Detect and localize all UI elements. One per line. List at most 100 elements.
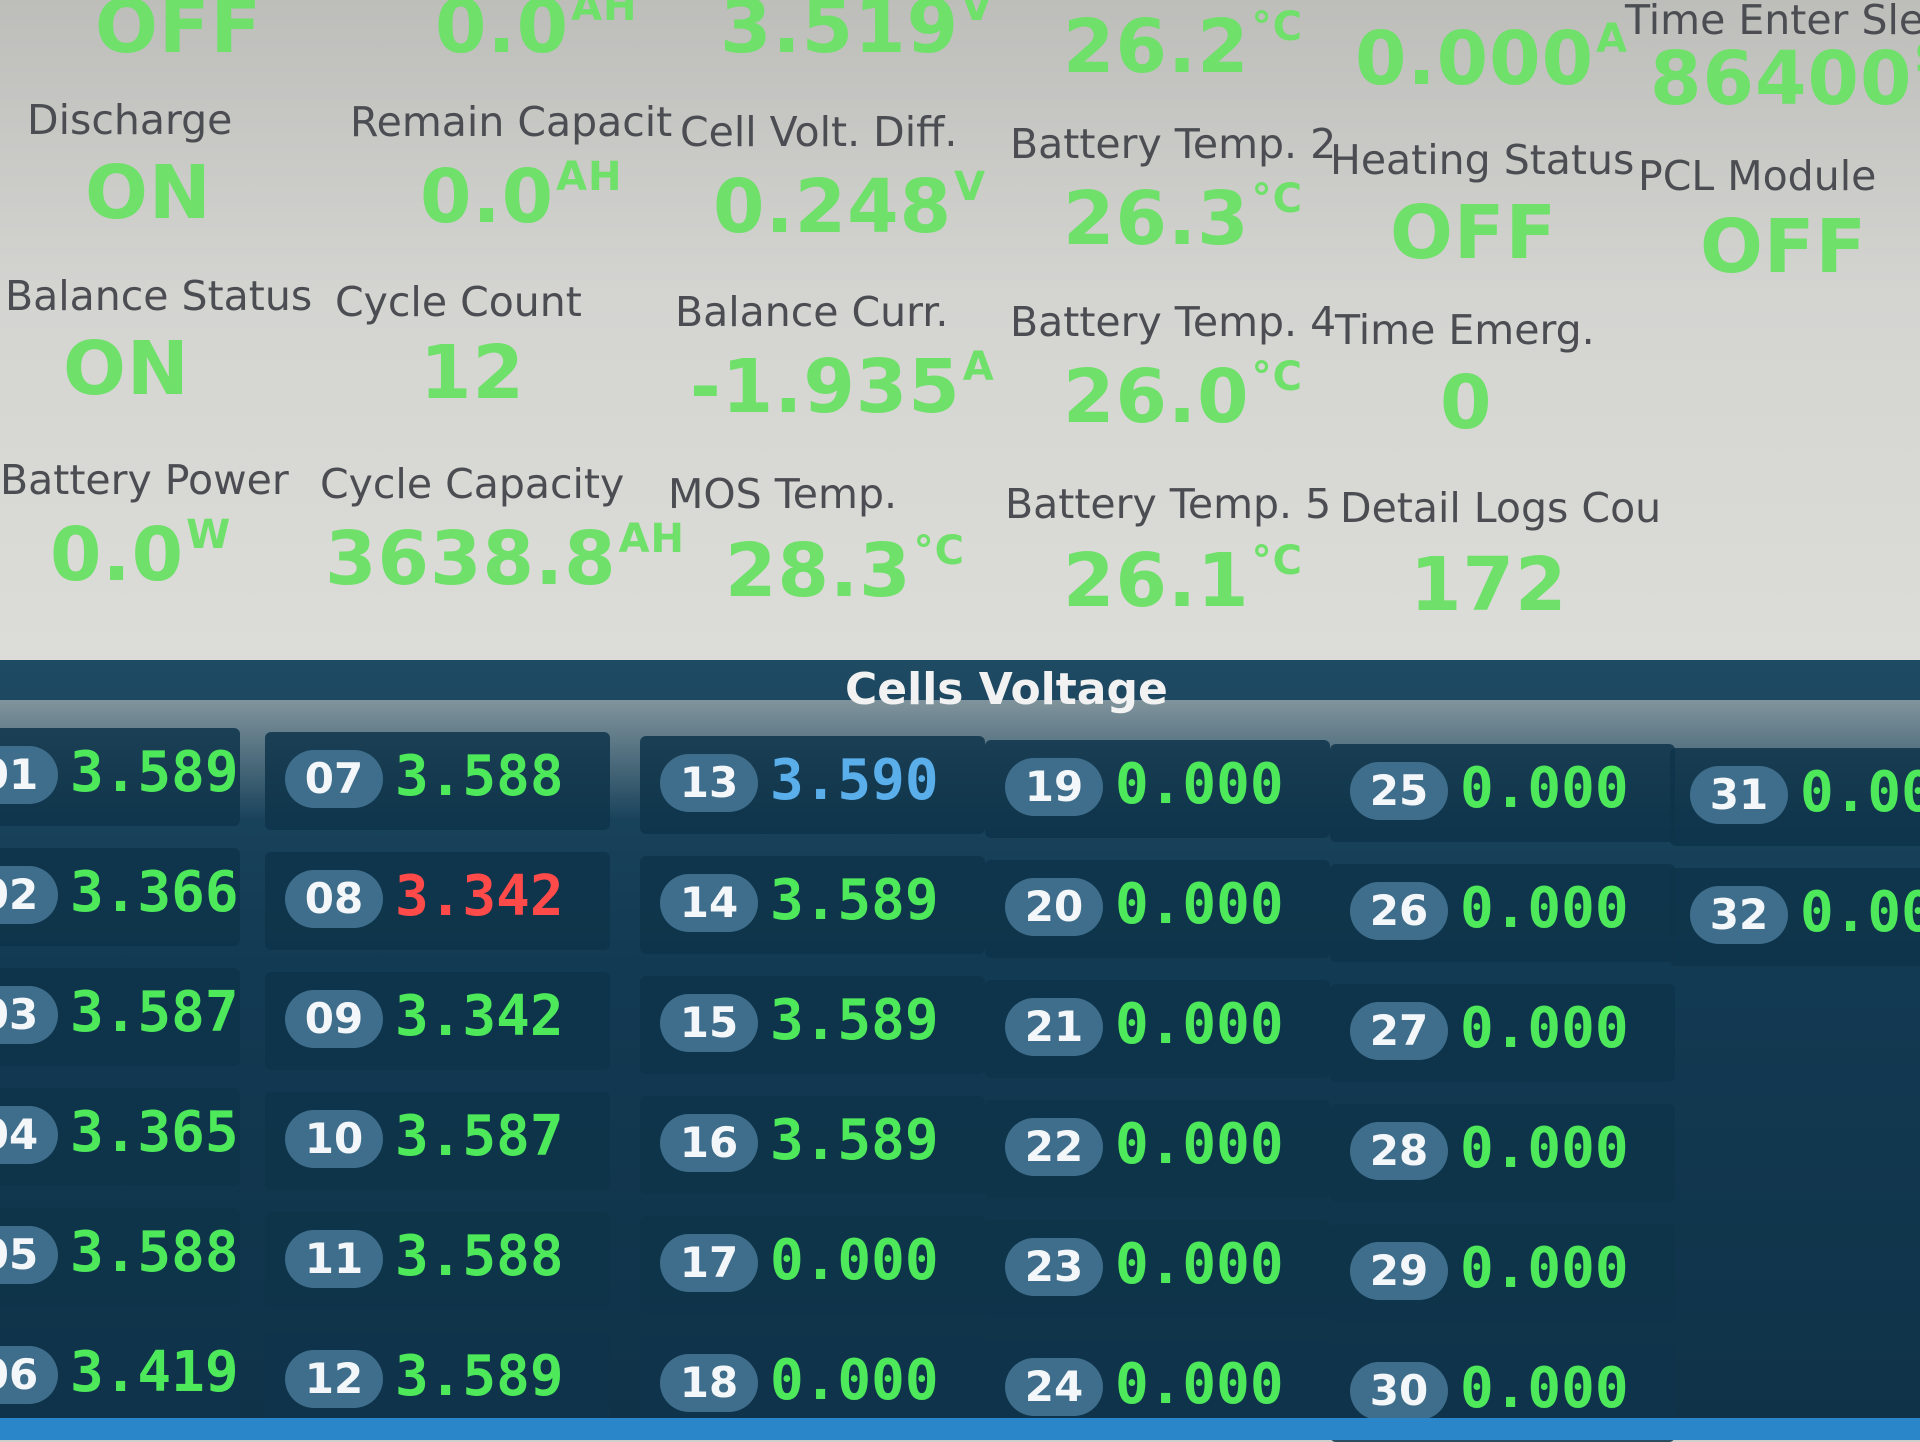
cell-tile: 27 0.000 — [1330, 984, 1675, 1082]
cell-number-badge: 17 — [660, 1234, 758, 1292]
cell-number-badge: 19 — [1005, 758, 1103, 816]
cell-tile: 23 0.000 — [985, 1220, 1330, 1318]
cells-voltage-title: Cells Voltage — [845, 664, 1168, 715]
cell-number-badge: 29 — [1350, 1242, 1448, 1300]
cell-tile: 19 0.000 — [985, 740, 1330, 838]
cell-number-badge: 20 — [1005, 878, 1103, 936]
cell-tile: 15 3.589 — [640, 976, 985, 1074]
cell-voltage-value: 0.000 — [1115, 752, 1284, 817]
cell-number-badge: 02 — [0, 866, 58, 924]
cell-tile: 10 3.587 — [265, 1092, 610, 1190]
balance-current-label: Balance Curr. — [675, 288, 949, 336]
cell-tile: 12 3.589 — [265, 1332, 610, 1430]
cell-voltage-value: 0.000 — [1115, 872, 1284, 937]
remain-capacity-label: Remain Capacit — [350, 98, 673, 146]
discharge-value: ON — [85, 150, 212, 236]
cell-tile: 310.000 — [1670, 748, 1920, 846]
cell-tile: 28 0.000 — [1330, 1104, 1675, 1202]
cycle-capacity-label: Cycle Capacity — [320, 460, 625, 508]
cell-tile: 07 3.588 — [265, 732, 610, 830]
cell-voltage-value: 3.589 — [70, 740, 239, 805]
cell-number-badge: 15 — [660, 994, 758, 1052]
battery-temp-5-label: Battery Temp. 5 — [1005, 480, 1332, 528]
cell-voltage-value: 3.589 — [770, 1108, 939, 1173]
battery-temp-1-value: 26.2°C — [1063, 4, 1303, 90]
detail-logs-count-label: Detail Logs Cou — [1340, 484, 1662, 532]
cell-number-badge: 12 — [285, 1350, 383, 1408]
time-emerg-value: 0 — [1440, 360, 1493, 446]
cell-voltage-value: 3.589 — [770, 868, 939, 933]
balance-status-value: ON — [63, 326, 190, 412]
cell-number-badge: 32 — [1690, 886, 1788, 944]
cycle-capacity-value: 3638.8AH — [325, 516, 685, 602]
cell-tile: 053.588 — [0, 1208, 240, 1306]
cell-number-badge: 01 — [0, 746, 58, 804]
mos-temp-label: MOS Temp. — [668, 470, 898, 518]
cycle-count-value: 12 — [420, 330, 525, 416]
cell-voltage-value: 0.000 — [1115, 1352, 1284, 1417]
cell-voltage-value: 0.000 — [1800, 880, 1920, 945]
pcl-module-value: OFF — [1700, 204, 1868, 290]
cell-tile: 14 3.589 — [640, 856, 985, 954]
cell-tile: 023.366 — [0, 848, 240, 946]
cell-tile: 320.000 — [1670, 868, 1920, 966]
cell-voltage-value: 0.000 — [1115, 992, 1284, 1057]
cell-number-badge: 06 — [0, 1346, 58, 1404]
detail-logs-count-value: 172 — [1410, 542, 1568, 628]
cell-number-badge: 13 — [660, 754, 758, 812]
cell-voltage-value: 0.000 — [1115, 1112, 1284, 1177]
cell-number-badge: 14 — [660, 874, 758, 932]
cell-number-badge: 27 — [1350, 1002, 1448, 1060]
cell-number-badge: 30 — [1350, 1362, 1448, 1420]
cell-tile: 09 3.342 — [265, 972, 610, 1070]
cell-number-badge: 03 — [0, 986, 58, 1044]
cell-number-badge: 24 — [1005, 1358, 1103, 1416]
cell-voltage-value: 0.000 — [1460, 1236, 1629, 1301]
cell-number-badge: 31 — [1690, 766, 1788, 824]
cell-voltage-value: 3.587 — [395, 1104, 564, 1169]
cell-number-badge: 21 — [1005, 998, 1103, 1056]
cell-voltage-value: 3.588 — [395, 744, 564, 809]
cell-voltage-value: 0.000 — [1800, 760, 1920, 825]
remain-capacity-value: 0.0AH — [420, 154, 623, 240]
cell-voltage-value: 3.342 — [395, 864, 564, 929]
cell-number-badge: 26 — [1350, 882, 1448, 940]
cell-tile: 21 0.000 — [985, 980, 1330, 1078]
balance-current-value: -1.935A — [690, 344, 995, 430]
cycle-count-label: Cycle Count — [335, 278, 582, 326]
cell-voltage-value: 3.589 — [395, 1344, 564, 1409]
mos-temp-value: 28.3°C — [725, 528, 965, 614]
cell-voltage-value: 0.000 — [1460, 996, 1629, 1061]
cell-number-badge: 28 — [1350, 1122, 1448, 1180]
battery-temp-4-value: 26.0°C — [1063, 354, 1303, 440]
cell-number-badge: 09 — [285, 990, 383, 1048]
cell-tile: 11 3.588 — [265, 1212, 610, 1310]
cell-number-badge: 18 — [660, 1354, 758, 1412]
cell-voltage-value: 0.000 — [1460, 876, 1629, 941]
cell-voltage-value: 0.000 — [1460, 756, 1629, 821]
cell-number-badge: 05 — [0, 1226, 58, 1284]
cell-voltage-value: 3.589 — [770, 988, 939, 1053]
cell-tile: 25 0.000 — [1330, 744, 1675, 842]
balance-status-label: Balance Status — [5, 272, 313, 320]
cell-number-badge: 22 — [1005, 1118, 1103, 1176]
cell-voltage-value: 0.000 — [770, 1228, 939, 1293]
full-capacity-value: 0.0AH — [435, 0, 638, 70]
cell-voltage-value: 0.000 — [770, 1348, 939, 1413]
cell-voltage-value: 3.587 — [70, 980, 239, 1045]
pcl-module-label: PCL Module — [1638, 152, 1877, 200]
cell-number-badge: 08 — [285, 870, 383, 928]
cell-tile: 013.589 — [0, 728, 240, 826]
time-emerg-label: Time Emerg. — [1335, 306, 1595, 354]
cell-voltage-value: 3.365 — [70, 1100, 239, 1165]
cell-tile: 033.587 — [0, 968, 240, 1066]
heat-current-value: 0.000A — [1355, 16, 1629, 102]
cell-volt-diff-value: 0.248V — [713, 164, 987, 250]
cell-tile: 29 0.000 — [1330, 1224, 1675, 1322]
charge-status-value: OFF — [95, 0, 263, 70]
cell-tile: 22 0.000 — [985, 1100, 1330, 1198]
average-volt-value: 3.519V — [720, 0, 994, 70]
cell-tile: 13 3.590 — [640, 736, 985, 834]
battery-power-label: Battery Power — [0, 456, 289, 504]
cell-volt-diff-label: Cell Volt. Diff. — [680, 108, 958, 156]
